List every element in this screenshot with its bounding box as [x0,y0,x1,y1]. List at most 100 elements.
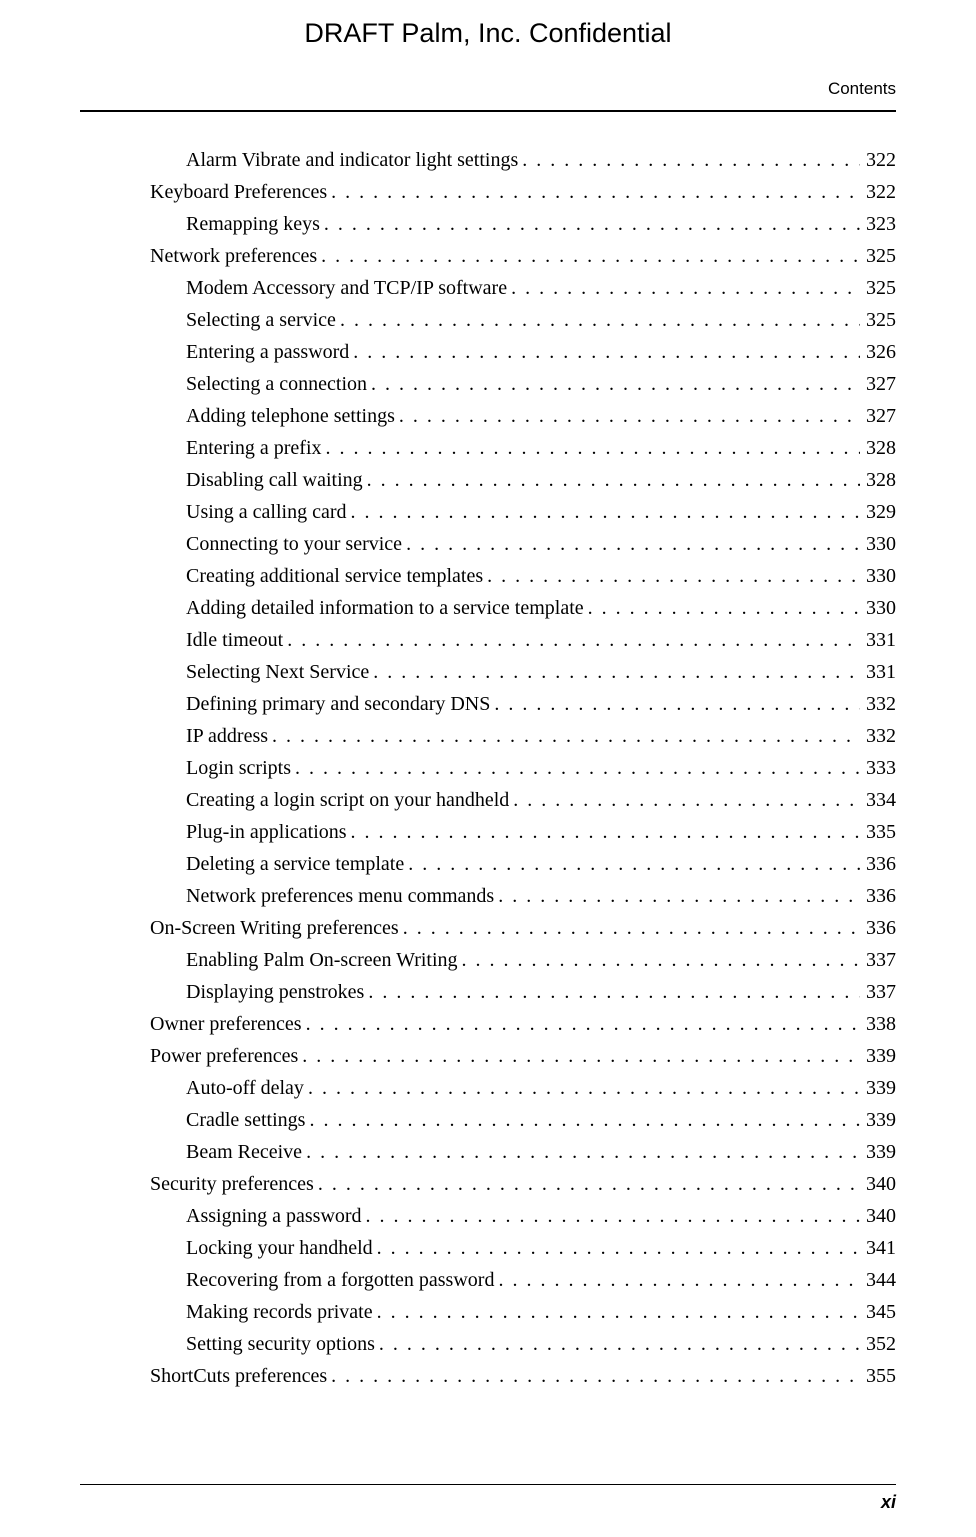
toc-page-number: 330 [860,560,896,592]
toc-leader [298,1040,860,1072]
toc-row: Power preferences339 [150,1040,896,1072]
toc-leader [490,688,860,720]
toc-page-number: 339 [860,1040,896,1072]
toc-title: Defining primary and secondary DNS [186,688,490,720]
toc-leader [362,1200,860,1232]
toc-leader [367,368,860,400]
toc-page-number: 326 [860,336,896,368]
toc-leader [458,944,860,976]
toc-title: Network preferences [150,240,317,272]
toc-title: Selecting Next Service [186,656,369,688]
toc-page-number: 333 [860,752,896,784]
toc-title: Selecting a connection [186,368,367,400]
toc-row: Assigning a password340 [150,1200,896,1232]
toc-row: Locking your handheld341 [150,1232,896,1264]
toc-title: Remapping keys [186,208,320,240]
toc-page-number: 345 [860,1296,896,1328]
toc-leader [349,336,860,368]
toc-title: Enabling Palm On-screen Writing [186,944,458,976]
toc-title: Modem Accessory and TCP/IP software [186,272,507,304]
toc-row: Using a calling card329 [150,496,896,528]
toc-row: Selecting a connection327 [150,368,896,400]
toc-leader [327,1360,860,1392]
draft-confidential-header: DRAFT Palm, Inc. Confidential [80,12,896,55]
toc-title: On-Screen Writing preferences [150,912,399,944]
toc-row: Adding detailed information to a service… [150,592,896,624]
toc-row: Remapping keys 323 [150,208,896,240]
toc-title: Making records private [186,1296,373,1328]
toc-title: Deleting a service template [186,848,404,880]
toc-page-number: 340 [860,1168,896,1200]
toc-leader [336,304,860,336]
toc-row: Making records private 345 [150,1296,896,1328]
toc-page-number: 341 [860,1232,896,1264]
toc-title: Auto-off delay [186,1072,304,1104]
toc-page-number: 340 [860,1200,896,1232]
toc-title: Adding detailed information to a service… [186,592,584,624]
toc-row: Creating additional service templates 330 [150,560,896,592]
toc-leader [518,144,860,176]
toc-page-number: 338 [860,1008,896,1040]
toc-page-number: 337 [860,976,896,1008]
toc-page-number: 331 [860,624,896,656]
toc-title: Beam Receive [186,1136,302,1168]
toc-page-number: 325 [860,304,896,336]
toc-leader [584,592,860,624]
toc-leader [373,1296,860,1328]
toc-title: Alarm Vibrate and indicator light settin… [186,144,518,176]
toc-row: Setting security options352 [150,1328,896,1360]
toc-leader [314,1168,860,1200]
toc-title: Cradle settings [186,1104,305,1136]
header-divider [80,110,896,112]
toc-title: Creating a login script on your handheld [186,784,509,816]
toc-row: Selecting Next Service 331 [150,656,896,688]
toc-leader [509,784,860,816]
toc-row: Login scripts333 [150,752,896,784]
toc-title: Network preferences menu commands [186,880,494,912]
toc-page-number: 323 [860,208,896,240]
toc-title: Displaying penstrokes [186,976,364,1008]
toc-title: Entering a password [186,336,349,368]
toc-row: Adding telephone settings327 [150,400,896,432]
toc-leader [395,400,860,432]
toc-title: Creating additional service templates [186,560,483,592]
toc-page-number: 337 [860,944,896,976]
toc-title: Entering a prefix [186,432,322,464]
toc-page-number: 332 [860,720,896,752]
toc-leader [494,880,860,912]
toc-page-number: 339 [860,1072,896,1104]
toc-title: Disabling call waiting [186,464,363,496]
toc-page-number: 325 [860,240,896,272]
toc-leader [347,816,860,848]
toc-leader [302,1136,860,1168]
toc-page-number: 339 [860,1136,896,1168]
toc-row: Entering a password 326 [150,336,896,368]
toc-title: Security preferences [150,1168,314,1200]
toc-leader [402,528,860,560]
toc-row: Modem Accessory and TCP/IP software325 [150,272,896,304]
toc-leader [375,1328,860,1360]
toc-page-number: 330 [860,592,896,624]
toc-row: Creating a login script on your handheld… [150,784,896,816]
toc-row: On-Screen Writing preferences336 [150,912,896,944]
toc-page-number: 331 [860,656,896,688]
toc-row: Alarm Vibrate and indicator light settin… [150,144,896,176]
toc-page-number: 328 [860,464,896,496]
toc-row: Deleting a service template336 [150,848,896,880]
toc-leader [322,432,861,464]
toc-page-number: 344 [860,1264,896,1296]
toc-title: ShortCuts preferences [150,1360,327,1392]
toc-leader [304,1072,860,1104]
toc-leader [268,720,860,752]
toc-title: Setting security options [186,1328,375,1360]
toc-leader [320,208,860,240]
toc-leader [283,624,860,656]
toc-leader [494,1264,860,1296]
toc-page-number: 330 [860,528,896,560]
toc-leader [317,240,860,272]
toc-title: Recovering from a forgotten password [186,1264,494,1296]
toc-leader [347,496,861,528]
toc-row: Auto-off delay 339 [150,1072,896,1104]
toc-leader [302,1008,860,1040]
toc-leader [404,848,860,880]
